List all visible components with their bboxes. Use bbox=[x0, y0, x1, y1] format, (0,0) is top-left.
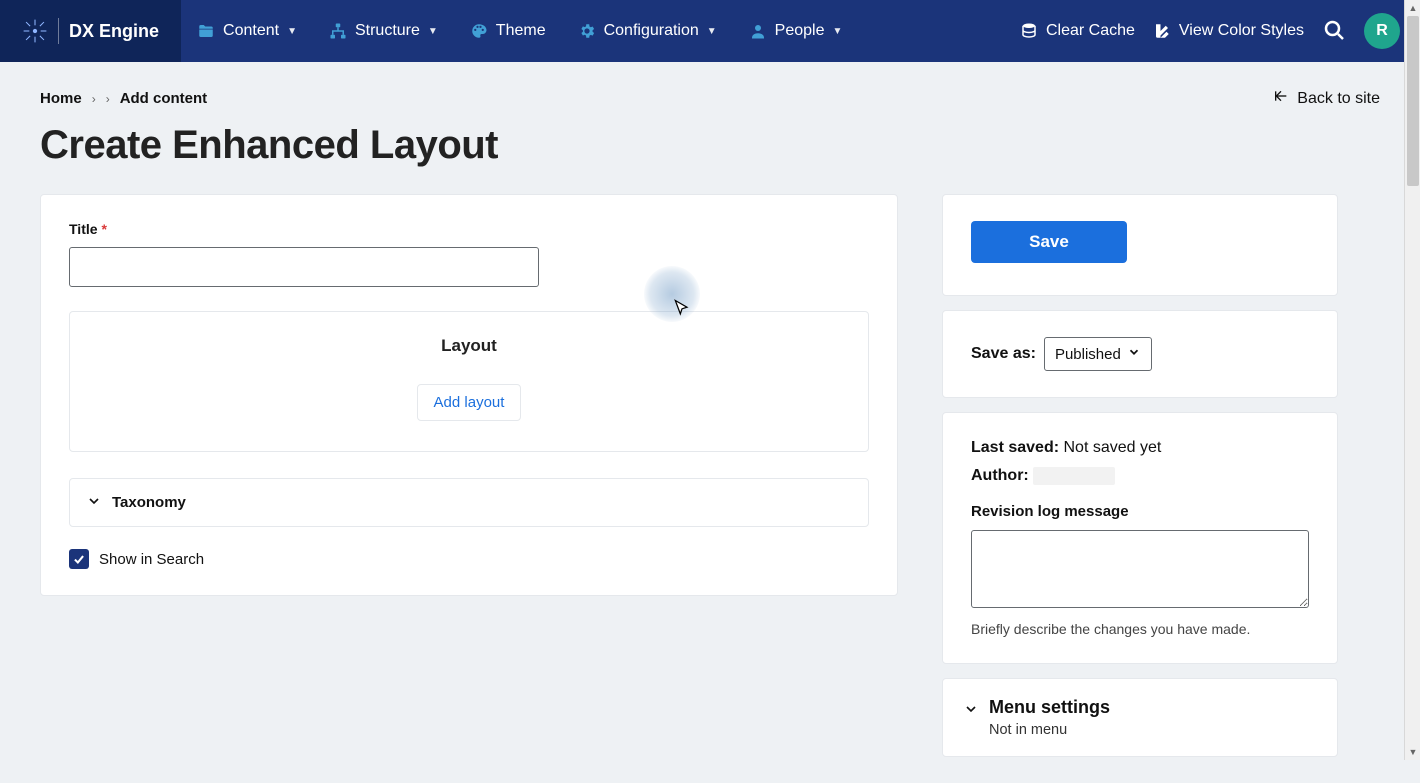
breadcrumb: Home › › Add content bbox=[40, 90, 207, 107]
taxonomy-section[interactable]: Taxonomy bbox=[69, 478, 869, 527]
chevron-down-icon: ▼ bbox=[833, 26, 843, 37]
avatar[interactable]: R bbox=[1364, 13, 1400, 49]
revision-log-textarea[interactable] bbox=[971, 530, 1309, 608]
palette-icon bbox=[470, 22, 488, 40]
save-as-value: Published bbox=[1055, 346, 1121, 363]
back-to-site-link[interactable]: Back to site bbox=[1273, 88, 1380, 109]
nav-item-people[interactable]: People ▼ bbox=[733, 0, 859, 62]
save-card: Save bbox=[942, 194, 1338, 296]
nav-item-configuration[interactable]: Configuration ▼ bbox=[562, 0, 733, 62]
save-button[interactable]: Save bbox=[971, 221, 1127, 263]
title-field-label: Title * bbox=[69, 221, 869, 237]
add-layout-button[interactable]: Add layout bbox=[417, 384, 522, 421]
view-colors-link[interactable]: View Color Styles bbox=[1153, 22, 1304, 40]
swatch-icon bbox=[1153, 22, 1171, 40]
menu-settings-sub: Not in menu bbox=[989, 722, 1110, 738]
nav-item-label: Configuration bbox=[604, 22, 699, 40]
nav-item-label: Structure bbox=[355, 22, 420, 40]
clear-cache-label: Clear Cache bbox=[1046, 22, 1135, 40]
brand-logo-icon bbox=[22, 18, 48, 44]
author-line: Author: bbox=[971, 467, 1309, 485]
nav-item-label: Content bbox=[223, 22, 279, 40]
scrollbar-thumb[interactable] bbox=[1407, 16, 1419, 186]
nav-menu: Content ▼ Structure ▼ Theme Configuratio… bbox=[181, 0, 858, 62]
menu-settings-section[interactable]: Menu settings Not in menu bbox=[942, 678, 1338, 757]
revision-help-text: Briefly describe the changes you have ma… bbox=[971, 621, 1309, 637]
chevron-right-icon: › bbox=[92, 92, 96, 106]
person-icon bbox=[749, 22, 767, 40]
clear-cache-link[interactable]: Clear Cache bbox=[1020, 22, 1135, 40]
avatar-initial: R bbox=[1376, 22, 1388, 40]
meta-card: Last saved: Not saved yet Author: Revisi… bbox=[942, 412, 1338, 664]
page-title: Create Enhanced Layout bbox=[40, 123, 1380, 168]
scroll-up-icon[interactable]: ▲ bbox=[1405, 0, 1420, 16]
revision-log-label: Revision log message bbox=[971, 503, 1309, 520]
chevron-down-icon: ▼ bbox=[428, 26, 438, 37]
nav-item-label: Theme bbox=[496, 22, 546, 40]
brand-name: DX Engine bbox=[69, 21, 159, 42]
nav-item-label: People bbox=[775, 22, 825, 40]
view-colors-label: View Color Styles bbox=[1179, 22, 1304, 40]
scroll-down-icon[interactable]: ▼ bbox=[1405, 744, 1420, 760]
structure-icon bbox=[329, 22, 347, 40]
nav-item-structure[interactable]: Structure ▼ bbox=[313, 0, 454, 62]
chevron-down-icon bbox=[963, 701, 979, 720]
show-in-search-checkbox[interactable] bbox=[69, 549, 89, 569]
top-navbar: DX Engine Content ▼ Structure ▼ Theme bbox=[0, 0, 1420, 62]
folder-icon bbox=[197, 22, 215, 40]
chevron-right-icon: › bbox=[106, 92, 110, 106]
required-indicator: * bbox=[102, 221, 107, 237]
layout-block: Layout Add layout bbox=[69, 311, 869, 452]
save-as-label: Save as: bbox=[971, 345, 1036, 363]
search-button[interactable] bbox=[1322, 18, 1346, 45]
chevron-down-icon: ▼ bbox=[287, 26, 297, 37]
brand-separator bbox=[58, 18, 59, 44]
back-icon bbox=[1273, 88, 1289, 109]
main-form-card: Title * Layout Add layout Taxonomy bbox=[40, 194, 898, 596]
brand[interactable]: DX Engine bbox=[0, 0, 181, 62]
save-as-card: Save as: Published bbox=[942, 310, 1338, 398]
show-in-search-label: Show in Search bbox=[99, 551, 204, 568]
vertical-scrollbar[interactable]: ▲ ▼ bbox=[1404, 0, 1420, 760]
database-icon bbox=[1020, 22, 1038, 40]
title-input[interactable] bbox=[69, 247, 539, 287]
nav-item-content[interactable]: Content ▼ bbox=[181, 0, 313, 62]
gear-icon bbox=[578, 22, 596, 40]
taxonomy-label: Taxonomy bbox=[112, 494, 186, 511]
chevron-down-icon bbox=[86, 493, 102, 512]
search-icon bbox=[1322, 18, 1346, 45]
nav-right: Clear Cache View Color Styles R bbox=[1020, 0, 1420, 62]
breadcrumb-home[interactable]: Home bbox=[40, 90, 82, 107]
breadcrumb-add-content[interactable]: Add content bbox=[120, 90, 208, 107]
menu-settings-title: Menu settings bbox=[989, 697, 1110, 718]
last-saved-line: Last saved: Not saved yet bbox=[971, 439, 1309, 457]
layout-heading: Layout bbox=[90, 336, 848, 356]
last-saved-value: Not saved yet bbox=[1064, 439, 1162, 456]
author-value-redacted bbox=[1033, 467, 1115, 485]
page-body: Home › › Add content Back to site Create… bbox=[0, 62, 1420, 783]
save-as-select[interactable]: Published bbox=[1044, 337, 1152, 371]
back-to-site-label: Back to site bbox=[1297, 90, 1380, 108]
chevron-down-icon bbox=[1127, 345, 1141, 363]
chevron-down-icon: ▼ bbox=[707, 26, 717, 37]
nav-item-theme[interactable]: Theme bbox=[454, 0, 562, 62]
